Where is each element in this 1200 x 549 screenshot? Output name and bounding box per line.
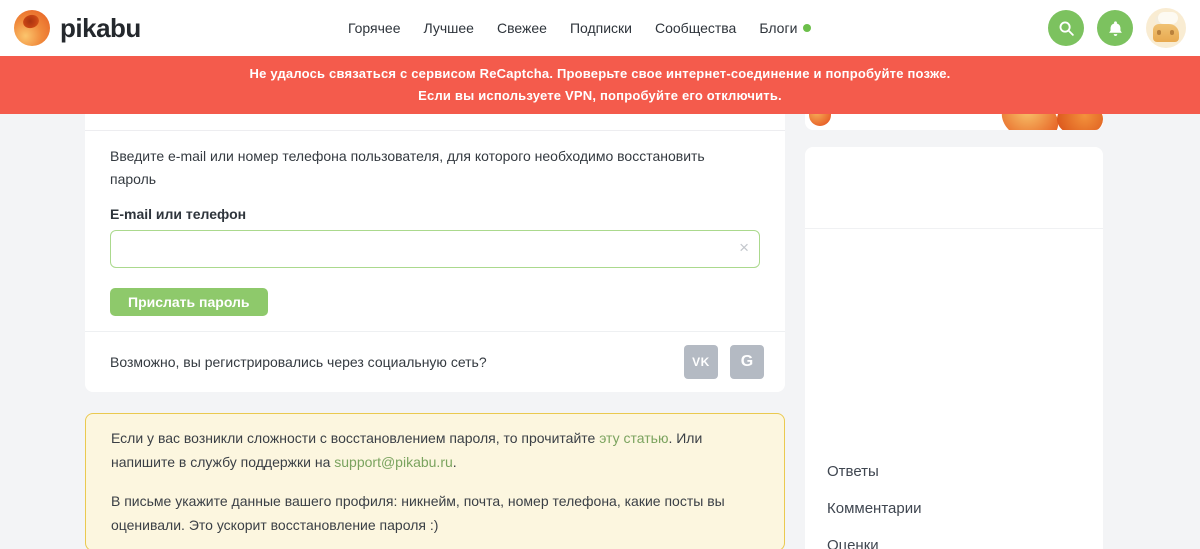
article-link[interactable]: эту статью	[599, 430, 668, 446]
user-avatar[interactable]	[1146, 8, 1186, 48]
error-line-2: Если вы используете VPN, попробуйте его …	[418, 88, 782, 103]
notifications-button[interactable]	[1097, 10, 1133, 46]
sidebar-divider	[805, 228, 1103, 229]
help-paragraph-2: В письме укажите данные вашего профиля: …	[111, 493, 725, 533]
search-icon	[1059, 21, 1074, 36]
sidebar-item-comments[interactable]: Комментарии	[805, 490, 1103, 527]
ad-decoration	[995, 114, 1065, 130]
help-text: .	[452, 454, 457, 470]
error-line-1: Не удалось связаться с сервисом ReCaptch…	[249, 66, 951, 81]
card-top-divider	[85, 130, 785, 131]
support-email-link[interactable]: support@pikabu.ru	[334, 454, 453, 470]
nav-blogs-label: Блоги	[759, 20, 798, 36]
nav-best[interactable]: Лучшее	[424, 20, 474, 36]
vk-icon[interactable]: VK	[684, 345, 718, 379]
nav-communities[interactable]: Сообщества	[655, 20, 736, 36]
sidebar-menu: Ответы Комментарии Оценки	[805, 453, 1103, 549]
nav-blogs[interactable]: Блоги	[759, 20, 812, 36]
ad-decoration	[1057, 114, 1103, 130]
bell-icon	[1108, 20, 1122, 36]
top-header: pikabu Горячее Лучшее Свежее Подписки Со…	[0, 0, 1200, 56]
ad-decoration	[809, 114, 831, 126]
social-login-row: Возможно, вы регистрировались через соци…	[110, 332, 764, 392]
clear-input-icon[interactable]: ×	[739, 238, 749, 258]
blogs-indicator-dot	[803, 24, 812, 32]
avatar-hat	[1158, 12, 1178, 24]
google-icon[interactable]: G	[730, 345, 764, 379]
pikabu-logo[interactable]: pikabu	[14, 10, 141, 46]
nav-subscriptions[interactable]: Подписки	[570, 20, 632, 36]
help-text: Если у вас возникли сложности с восстано…	[111, 430, 600, 446]
email-field-label: E-mail или телефон	[110, 206, 247, 222]
pikabu-logo-text: pikabu	[60, 12, 141, 43]
recovery-intro-text: Введите e-mail или номер телефона пользо…	[110, 148, 705, 187]
nav-fresh[interactable]: Свежее	[497, 20, 547, 36]
nav-hot[interactable]: Горячее	[348, 20, 401, 36]
sidebar-ad-banner[interactable]	[805, 114, 1103, 130]
email-input-wrap: ×	[110, 230, 760, 268]
pikabu-logo-icon	[14, 10, 50, 46]
header-actions	[1048, 0, 1186, 56]
page: pikabu Горячее Лучшее Свежее Подписки Со…	[0, 0, 1200, 549]
search-button[interactable]	[1048, 10, 1084, 46]
social-question-text: Возможно, вы регистрировались через соци…	[110, 354, 487, 370]
help-paragraph-1: Если у вас возникли сложности с восстано…	[111, 426, 759, 474]
password-recovery-card: Введите e-mail или номер телефона пользо…	[85, 114, 785, 392]
sidebar-card: Ответы Комментарии Оценки	[805, 147, 1103, 549]
sidebar-item-answers[interactable]: Ответы	[805, 453, 1103, 490]
send-password-button[interactable]: Прислать пароль	[110, 288, 268, 316]
email-input[interactable]	[110, 230, 760, 268]
sidebar-item-ratings[interactable]: Оценки	[805, 527, 1103, 549]
support-help-box: Если у вас возникли сложности с восстано…	[85, 413, 785, 549]
recaptcha-error-banner: Не удалось связаться с сервисом ReCaptch…	[0, 56, 1200, 114]
main-nav: Горячее Лучшее Свежее Подписки Сообществ…	[348, 0, 812, 56]
social-icons: VK G	[684, 345, 764, 379]
